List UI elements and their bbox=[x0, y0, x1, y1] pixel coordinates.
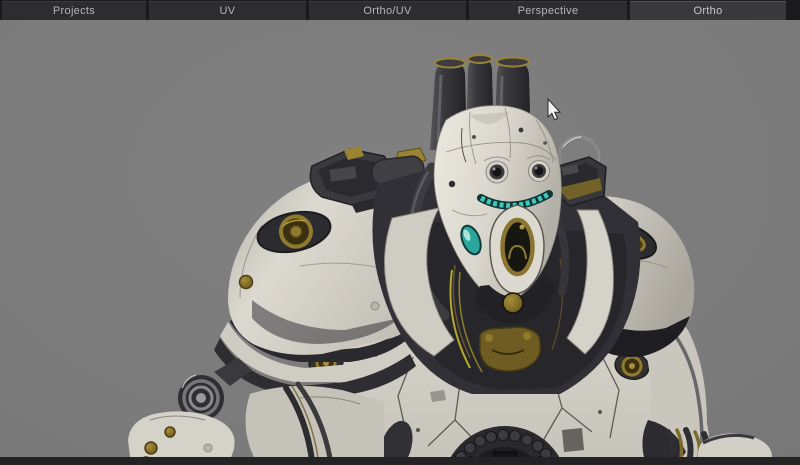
bottom-panel-edge bbox=[0, 457, 800, 465]
tab-uv[interactable]: UV bbox=[149, 1, 306, 20]
eye-left bbox=[486, 161, 508, 183]
app-window: Projects UV Ortho/UV Perspective Ortho bbox=[0, 0, 800, 465]
robot-model-render bbox=[0, 0, 800, 465]
view-tab-bar: Projects UV Ortho/UV Perspective Ortho bbox=[0, 0, 800, 20]
tab-ortho[interactable]: Ortho bbox=[630, 1, 786, 20]
gold-rivet bbox=[240, 276, 253, 289]
eye-right bbox=[529, 161, 550, 182]
tab-projects[interactable]: Projects bbox=[2, 1, 146, 20]
tab-perspective[interactable]: Perspective bbox=[469, 1, 627, 20]
mouse-cursor-icon bbox=[548, 99, 560, 120]
3d-viewport[interactable] bbox=[0, 20, 800, 457]
neck-gold-mech bbox=[480, 327, 541, 371]
tab-ortho-uv[interactable]: Ortho/UV bbox=[309, 1, 466, 20]
elbow-coil bbox=[178, 358, 252, 421]
